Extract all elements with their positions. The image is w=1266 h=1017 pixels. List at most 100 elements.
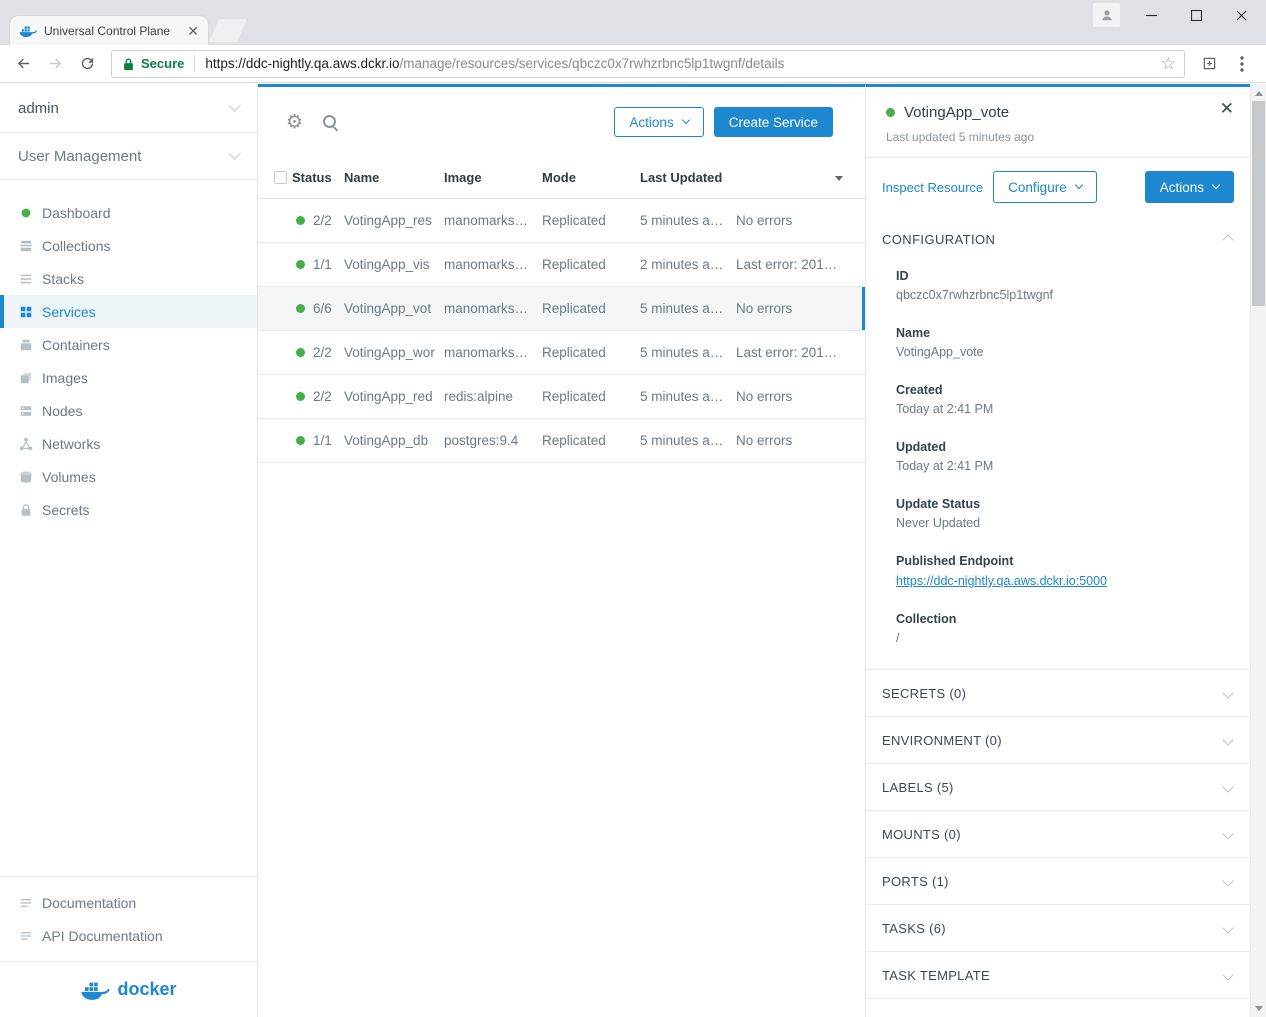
org-label: User Management [18,148,141,165]
stacks-icon [18,271,33,286]
close-button[interactable] [1219,0,1264,30]
table-row[interactable]: 6/6VotingApp_votmanomarks…Replicated5 mi… [258,287,865,331]
row-status: 6/6 [313,301,332,316]
search-icon[interactable] [323,115,338,130]
reload-button[interactable] [74,50,101,77]
field-value: qbczc0x7rwhzrbnc5lp1twgnf [896,288,1234,303]
health-status-dot [296,260,305,269]
sidebar-item-collections[interactable]: Collections [0,229,257,262]
gear-icon[interactable]: ⚙ [286,113,303,132]
chevron-down-icon [228,147,241,160]
panel-section[interactable]: TASK TEMPLATE [866,951,1250,998]
table-row[interactable]: 2/2VotingApp_redredis:alpineReplicated5 … [258,375,865,419]
column-header-last-updated[interactable]: Last Updated [640,170,736,185]
select-all-checkbox[interactable] [274,171,287,184]
row-errors: No errors [736,301,865,316]
sidebar-item-nodes[interactable]: Nodes [0,394,257,427]
browser-menu-icon[interactable] [1228,50,1256,78]
row-errors: No errors [736,213,865,228]
column-header-name[interactable]: Name [344,170,444,185]
chevron-down-icon [1212,181,1220,189]
row-updated: 5 minutes a… [640,301,736,316]
row-image: manomarks… [444,213,542,228]
secure-badge[interactable]: Secure [141,56,184,71]
panel-section[interactable]: SECRETS (0) [866,669,1250,716]
table-row[interactable]: 2/2VotingApp_wormanomarks…Replicated5 mi… [258,331,865,375]
section-label: PORTS (1) [882,874,949,889]
scroll-up-arrow[interactable] [1251,84,1266,101]
row-name: VotingApp_wor [344,345,444,360]
table-row[interactable]: 1/1VotingApp_dbpostgres:9.4Replicated5 m… [258,419,865,463]
sidebar-item-containers[interactable]: Containers [0,328,257,361]
column-header-mode[interactable]: Mode [542,170,640,185]
scroll-down-arrow[interactable] [1251,1000,1266,1017]
sidebar-item-images[interactable]: Images [0,361,257,394]
section-label: ENVIRONMENT (0) [882,733,1002,748]
field-label: Collection [896,612,1234,626]
row-errors: No errors [736,389,865,404]
account-dropdown[interactable]: admin [0,84,257,133]
panel-actions-button[interactable]: Actions [1145,171,1234,203]
row-mode: Replicated [542,301,640,316]
tab-close-icon[interactable]: ✕ [187,24,199,38]
row-errors: Last error: 201… [736,257,865,272]
section-label: LABELS (5) [882,780,954,795]
forward-button[interactable] [42,50,69,77]
sidebar-item-volumes[interactable]: Volumes [0,460,257,493]
scrollbar-thumb[interactable] [1252,101,1265,306]
sidebar-item-label: Collections [42,238,110,254]
inspect-resource-link[interactable]: Inspect Resource [882,180,983,195]
browser-tab[interactable]: Universal Control Plane ✕ [10,16,208,45]
profile-button[interactable] [1093,3,1120,27]
bookmark-star-icon[interactable]: ☆ [1161,55,1176,72]
panel-section[interactable]: PORTS (1) [866,857,1250,904]
account-label: admin [18,100,59,117]
configuration-section-header[interactable]: CONFIGURATION [866,222,1250,247]
panel-section[interactable]: TASKS (6) [866,904,1250,951]
configuration-heading: CONFIGURATION [882,232,995,247]
app-root: admin User Management Dashboard Collectio… [0,84,1266,1017]
panel-section[interactable]: UPDATE CONFIGURATION [866,998,1250,1017]
column-header-image[interactable]: Image [444,170,542,185]
panel-section[interactable]: MOUNTS (0) [866,810,1250,857]
row-name: VotingApp_vot [344,301,444,316]
panel-title: VotingApp_vote [904,104,1009,121]
column-header-status[interactable]: Status [292,170,344,185]
row-status: 2/2 [313,389,332,404]
sidebar-item-stacks[interactable]: Stacks [0,262,257,295]
browser-action-icon[interactable] [1195,50,1223,78]
sidebar-footer-nav: DocumentationAPI Documentation [0,876,257,961]
row-updated: 5 minutes a… [640,213,736,228]
secrets-icon [18,502,33,517]
table-row[interactable]: 1/1VotingApp_vismanomarks…Replicated2 mi… [258,243,865,287]
org-dropdown[interactable]: User Management [0,133,257,180]
vertical-scrollbar[interactable] [1250,84,1266,1017]
sidebar-item-documentation[interactable]: Documentation [0,886,257,919]
panel-actions: Inspect Resource Configure Actions [866,158,1250,216]
configure-button[interactable]: Configure [993,171,1097,203]
list-actions-button[interactable]: Actions [614,107,703,137]
table-row[interactable]: 2/2VotingApp_resmanomarks…Replicated5 mi… [258,199,865,243]
minimize-button[interactable] [1129,0,1174,30]
document-icon [18,895,33,910]
sidebar-item-api-documentation[interactable]: API Documentation [0,919,257,952]
create-service-button[interactable]: Create Service [714,107,833,137]
url-host: https://ddc-nightly.qa.aws.dckr.io [205,56,399,71]
field-label: Created [896,383,1234,397]
chevron-down-icon [681,116,689,124]
containers-icon [18,337,33,352]
sort-caret-icon[interactable] [835,176,843,185]
document-icon [18,928,33,943]
sidebar-item-secrets[interactable]: Secrets [0,493,257,526]
sidebar-item-services[interactable]: Services [0,295,257,328]
panel-section[interactable]: ENVIRONMENT (0) [866,716,1250,763]
new-tab-button[interactable] [209,19,247,42]
sidebar-item-networks[interactable]: Networks [0,427,257,460]
panel-close-icon[interactable]: ✕ [1220,100,1234,117]
panel-section[interactable]: LABELS (5) [866,763,1250,810]
sidebar-item-dashboard[interactable]: Dashboard [0,196,257,229]
address-omnibox[interactable]: Secure https://ddc-nightly.qa.aws.dckr.i… [111,50,1185,78]
published-endpoint-link[interactable]: https://ddc-nightly.qa.aws.dckr.io:5000 [896,574,1107,589]
back-button[interactable] [10,50,37,77]
maximize-button[interactable] [1174,0,1219,30]
